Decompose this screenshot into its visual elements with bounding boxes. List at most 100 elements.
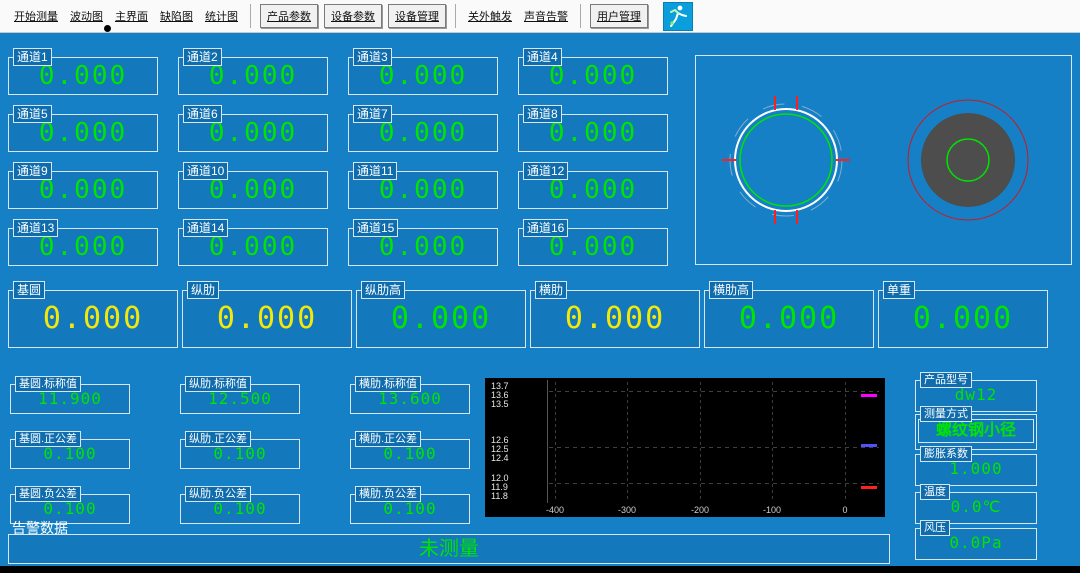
channel-label: 通道5	[13, 105, 52, 123]
tab-start-measure[interactable]: 开始测量	[8, 6, 64, 26]
channel-box-14: 通道14 0.000	[178, 228, 328, 266]
channel-box-6: 通道6 0.000	[178, 114, 328, 152]
param-label: 基圆.标称值	[15, 376, 81, 392]
measure-mode-label: 测量方式	[920, 406, 972, 422]
measure-value: 0.000	[9, 291, 177, 347]
tab-main-screen[interactable]: 主界面	[109, 6, 154, 26]
toolbar-separator	[455, 4, 456, 28]
run-button[interactable]	[663, 2, 693, 31]
trend-chart: -400 -300 -200 -100 0 13.7 13.6 13.5 12.…	[485, 378, 885, 517]
measure-mode-value: 螺纹钢小径	[918, 419, 1034, 443]
channel-label: 通道11	[353, 162, 397, 180]
tab-statistics-chart[interactable]: 统计图	[199, 6, 244, 26]
toolbar-separator	[580, 4, 581, 28]
channel-label: 通道8	[523, 105, 562, 123]
air-pressure-box: 风压 0.0Pa	[915, 528, 1037, 560]
measure-cross-rib: 横肋 0.000	[530, 290, 700, 348]
channel-label: 通道1	[13, 48, 52, 66]
measure-value: 0.000	[357, 291, 525, 347]
channel-box-15: 通道15 0.000	[348, 228, 498, 266]
param-label: 横肋.正公差	[355, 431, 421, 447]
running-person-icon	[667, 4, 689, 28]
param-long-minus-tol: 纵肋.负公差 0.100	[180, 494, 300, 524]
product-model-label: 产品型号	[920, 372, 972, 388]
channel-label: 通道4	[523, 48, 562, 66]
external-trigger-toggle[interactable]: 关外触发	[462, 6, 518, 26]
channel-label: 通道6	[183, 105, 222, 123]
measure-base-circle: 基圆 0.000	[8, 290, 178, 348]
measure-unit-weight: 单重 0.000	[878, 290, 1048, 348]
channel-box-11: 通道11 0.000	[348, 171, 498, 209]
sound-alarm-toggle[interactable]: 声音告警	[518, 6, 574, 26]
channel-box-9: 通道9 0.000	[8, 171, 158, 209]
channel-box-3: 通道3 0.000	[348, 57, 498, 95]
device-params-button[interactable]: 设备参数	[324, 4, 382, 28]
chart-x-tick: -100	[763, 505, 781, 515]
param-label: 横肋.负公差	[355, 486, 421, 502]
air-pressure-label: 风压	[920, 520, 950, 536]
measure-value: 0.000	[879, 291, 1047, 347]
chart-y-axis	[547, 380, 548, 503]
channel-box-12: 通道12 0.000	[518, 171, 668, 209]
tab-defect-chart[interactable]: 缺陷图	[154, 6, 199, 26]
chart-y-ticks-base-circle: 12.0 11.9 11.8	[491, 474, 509, 501]
channel-label: 通道13	[13, 219, 58, 237]
alarm-status-text: 未测量	[9, 535, 889, 563]
channel-label: 通道16	[523, 219, 568, 237]
chart-x-tick: 0	[842, 505, 847, 515]
channel-label: 通道2	[183, 48, 222, 66]
chart-tolerance-band	[549, 391, 879, 392]
product-params-button[interactable]: 产品参数	[260, 4, 318, 28]
expansion-coefficient-label: 膨胀系数	[920, 446, 972, 462]
main-screen: 开始测量 波动图 主界面 缺陷图 统计图 产品参数 设备参数 设备管理 关外触发…	[0, 0, 1080, 573]
channel-label: 通道3	[353, 48, 392, 66]
chart-x-tick: -200	[691, 505, 709, 515]
user-manage-button[interactable]: 用户管理	[590, 4, 648, 28]
param-base-plus-tol: 基圆.正公差 0.100	[10, 439, 130, 469]
channel-label: 通道15	[353, 219, 398, 237]
parameter-grid: 基圆.标称值 11.900 纵肋.标称值 12.500 横肋.标称值 13.60…	[10, 384, 470, 524]
measurement-row: 基圆 0.000 纵肋 0.000 纵肋高 0.000 横肋 0.000 横肋高…	[8, 290, 1048, 348]
chart-x-tick: -300	[618, 505, 636, 515]
device-manage-button[interactable]: 设备管理	[388, 4, 446, 28]
chart-series-marker-magenta	[861, 394, 877, 397]
chart-tolerance-band	[549, 483, 879, 484]
param-long-nominal: 纵肋.标称值 12.500	[180, 384, 300, 414]
chart-series-marker-red	[861, 486, 877, 489]
active-tab-indicator	[104, 25, 111, 32]
chart-x-tick: -400	[546, 505, 564, 515]
temperature-label: 温度	[920, 484, 950, 500]
channel-box-2: 通道2 0.000	[178, 57, 328, 95]
cross-section-graphic	[696, 56, 1071, 264]
expansion-coefficient-box: 膨胀系数 1.000	[915, 454, 1037, 486]
channel-box-13: 通道13 0.000	[8, 228, 158, 266]
chart-y-ticks-cross-rib: 13.7 13.6 13.5	[491, 382, 509, 409]
channel-label: 通道10	[183, 162, 228, 180]
chart-y-ticks-long-rib: 12.6 12.5 12.4	[491, 436, 509, 463]
toolbar: 开始测量 波动图 主界面 缺陷图 统计图 产品参数 设备参数 设备管理 关外触发…	[0, 0, 1080, 33]
param-label: 基圆.正公差	[15, 431, 81, 447]
measure-value: 0.000	[183, 291, 351, 347]
measure-long-rib: 纵肋 0.000	[182, 290, 352, 348]
measure-label: 纵肋高	[361, 281, 405, 299]
measure-long-rib-height: 纵肋高 0.000	[356, 290, 526, 348]
param-label: 纵肋.正公差	[185, 431, 251, 447]
cross-section-panel	[695, 55, 1072, 265]
param-label: 横肋.标称值	[355, 376, 421, 392]
param-base-nominal: 基圆.标称值 11.900	[10, 384, 130, 414]
measure-value: 0.000	[531, 291, 699, 347]
bottom-bar	[0, 566, 1080, 573]
measure-label: 横肋高	[709, 281, 753, 299]
measure-label: 纵肋	[187, 281, 219, 299]
measure-mode-box: 测量方式 螺纹钢小径	[915, 414, 1037, 450]
measure-label: 基圆	[13, 281, 45, 299]
channel-grid: 通道1 0.000 通道2 0.000 通道3 0.000 通道4 0.000 …	[8, 57, 668, 266]
channel-label: 通道12	[523, 162, 568, 180]
channel-box-16: 通道16 0.000	[518, 228, 668, 266]
param-cross-nominal: 横肋.标称值 13.600	[350, 384, 470, 414]
tab-wave-chart[interactable]: 波动图	[64, 6, 109, 26]
param-cross-minus-tol: 横肋.负公差 0.100	[350, 494, 470, 524]
channel-box-1: 通道1 0.000	[8, 57, 158, 95]
alarm-status-box: 未测量	[8, 534, 890, 564]
channel-box-8: 通道8 0.000	[518, 114, 668, 152]
